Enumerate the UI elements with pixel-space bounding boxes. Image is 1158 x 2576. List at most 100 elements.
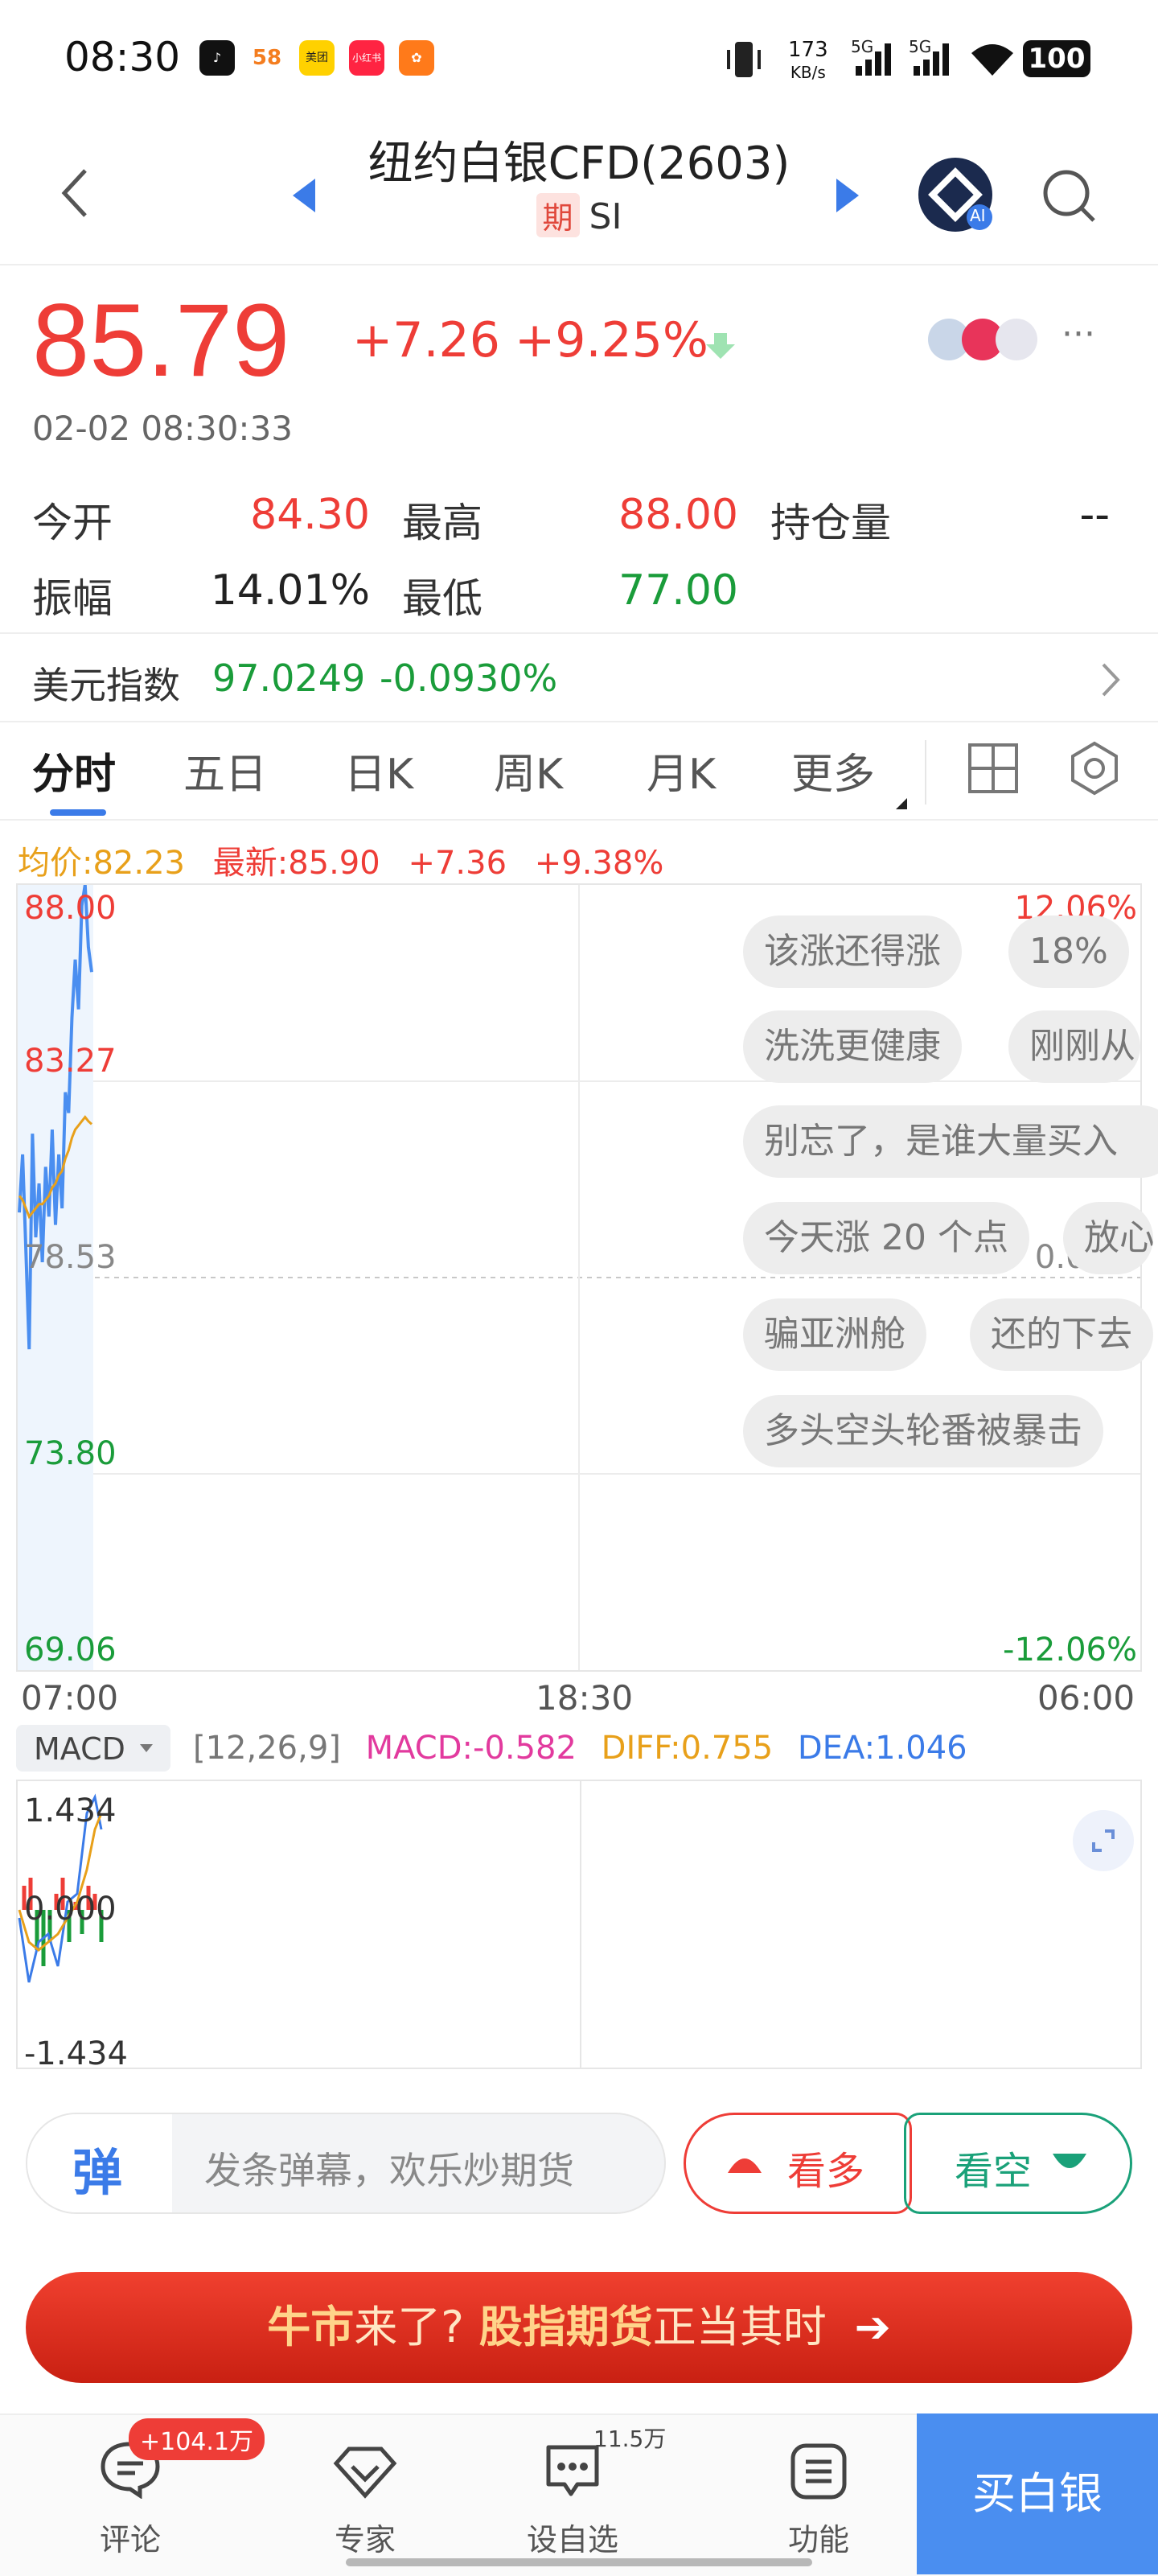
stat-value-open-interest: -- xyxy=(1079,491,1110,539)
user-avatars[interactable] xyxy=(925,315,1053,364)
quote-time: 02-02 08:30:33 xyxy=(32,409,294,448)
nav-watchlist[interactable]: 11.5万 设自选 xyxy=(492,2426,666,2557)
stat-label-high: 最高 xyxy=(402,500,482,546)
orange-app-icon: ✿ xyxy=(399,40,434,76)
menu-list-icon xyxy=(790,2443,847,2500)
danmu-bubble[interactable]: 洗洗更健康 xyxy=(743,1010,962,1083)
dropdown-caret-icon xyxy=(140,1744,153,1752)
next-contract-arrow-icon[interactable] xyxy=(833,175,862,219)
usd-index-value: 97.0249 xyxy=(212,656,366,700)
more-icon[interactable]: ··· xyxy=(1062,314,1095,355)
macd-label-top: 1.434 xyxy=(24,1792,117,1829)
tab-intraday[interactable]: 分时 xyxy=(32,740,116,800)
indicator-selector[interactable]: MACD xyxy=(16,1725,170,1772)
bearish-button[interactable]: 看空 xyxy=(904,2113,1132,2214)
battery-icon: 100 xyxy=(1023,40,1090,77)
danmu-bubble[interactable]: 18% xyxy=(1008,916,1129,988)
tab-5day[interactable]: 五日 xyxy=(183,740,267,800)
danmu-placeholder: 发条弹幕，欢乐炒期货 xyxy=(204,2149,574,2192)
latest-change-pct: +9.38% xyxy=(534,845,664,882)
danmu-input[interactable]: 弹 发条弹幕，欢乐炒期货 xyxy=(26,2113,666,2214)
danmu-bubble[interactable]: 今天涨 20 个点 xyxy=(743,1202,1029,1274)
down-arrow-icon xyxy=(1053,2154,1086,2168)
tabs-divider xyxy=(0,819,1158,821)
price-change-pct: +9.25% xyxy=(515,312,708,368)
nav-comments[interactable]: +104.1万 评论 xyxy=(50,2418,265,2557)
stat-label-open-interest: 持仓量 xyxy=(770,500,891,546)
latest-price: 最新:85.90 xyxy=(212,845,380,882)
x-label-mid: 18:30 xyxy=(536,1678,634,1718)
chart-info-row: 均价:82.23 最新:85.90 +7.36 +9.38% xyxy=(18,837,663,883)
danmu-bubble[interactable]: 该涨还得涨 xyxy=(743,916,962,988)
index-divider xyxy=(0,721,1158,722)
layout-grid-icon[interactable] xyxy=(965,740,1021,796)
macd-chart[interactable] xyxy=(16,1780,1142,2069)
usd-index-change: -0.0930% xyxy=(380,656,558,700)
y-label-top: 88.00 xyxy=(24,890,117,927)
trend-down-arrow-icon xyxy=(703,330,738,365)
net-speed: 173 KB/s xyxy=(788,38,828,82)
latest-change: +7.36 xyxy=(408,845,507,882)
danmu-bubble[interactable]: 别忘了，是谁大量买入 xyxy=(743,1105,1158,1178)
futures-badge: 期 xyxy=(536,193,580,237)
arrow-right-icon: ➔ xyxy=(854,2302,891,2352)
tab-daily-k[interactable]: 日K xyxy=(344,740,413,800)
expert-diamond-icon xyxy=(333,2446,397,2499)
tab-monthly-k[interactable]: 月K xyxy=(647,740,716,800)
watchlist-count: 11.5万 xyxy=(593,2426,667,2452)
price-change: +7.26 xyxy=(352,312,500,368)
ai-assistant-icon[interactable]: AI xyxy=(917,156,994,233)
vibrate-icon xyxy=(724,39,761,80)
danmu-toggle-icon[interactable]: 弹 xyxy=(27,2114,172,2212)
58-icon: 58 xyxy=(249,40,285,76)
bullish-button[interactable]: 看多 xyxy=(684,2113,912,2214)
tab-weekly-k[interactable]: 周K xyxy=(494,740,563,800)
wifi-icon xyxy=(968,39,1016,82)
macd-values: [12,26,9] MACD:-0.582 DIFF:0.755 DEA:1.0… xyxy=(193,1730,967,1767)
search-icon[interactable] xyxy=(1037,164,1102,232)
intraday-chart-canvas xyxy=(18,885,1140,1670)
meituan-icon: 美团 xyxy=(299,40,335,76)
y-label-lower: 73.80 xyxy=(24,1435,117,1472)
stat-value-low: 77.00 xyxy=(618,566,738,615)
nav-functions[interactable]: 功能 xyxy=(738,2426,899,2557)
x-label-end: 06:00 xyxy=(1037,1678,1135,1718)
last-price: 85.79 xyxy=(32,283,290,398)
danmu-bubble[interactable]: 骗亚洲舱 xyxy=(743,1298,926,1371)
stat-value-open: 84.30 xyxy=(250,491,370,539)
signal-icon-2: 5G xyxy=(909,37,957,84)
expand-chart-icon[interactable] xyxy=(1073,1810,1134,1871)
danmu-bubble[interactable]: 放心 xyxy=(1063,1202,1153,1274)
home-indicator xyxy=(346,2558,812,2566)
usd-index-row[interactable]: 美元指数 97.0249 -0.0930% xyxy=(0,634,1158,721)
pct-label-bottom: -12.06% xyxy=(1003,1632,1137,1669)
up-arrow-icon xyxy=(728,2158,762,2173)
tab-more[interactable]: 更多 xyxy=(791,740,875,800)
y-label-upper: 83.27 xyxy=(24,1043,117,1080)
header-divider xyxy=(0,264,1158,265)
buy-silver-button[interactable]: 买白银 xyxy=(917,2413,1158,2574)
nav-expert[interactable]: 专家 xyxy=(285,2426,446,2557)
y-label-mid: 78.53 xyxy=(24,1239,117,1276)
stat-value-amplitude: 14.01% xyxy=(210,566,370,615)
stat-value-high: 88.00 xyxy=(618,491,738,539)
status-time: 08:30 xyxy=(64,34,181,80)
intraday-chart[interactable] xyxy=(16,883,1142,1672)
macd-label-bottom: -1.434 xyxy=(24,2035,128,2072)
danmu-bubble[interactable]: 多头空头轮番被暴击 xyxy=(743,1395,1103,1467)
promo-banner[interactable]: 牛市来了? 股指期货正当其时 ➔ xyxy=(26,2272,1132,2383)
danmu-bubble[interactable]: 刚刚从 xyxy=(1008,1010,1140,1083)
danmu-bubble[interactable]: 还的下去 xyxy=(970,1298,1153,1371)
settings-icon[interactable] xyxy=(1066,740,1123,796)
xiaohongshu-icon: 小红书 xyxy=(349,40,384,76)
active-tab-indicator xyxy=(50,809,106,816)
signal-icon-1: 5G xyxy=(851,37,899,84)
usd-index-label: 美元指数 xyxy=(32,664,180,707)
avg-price: 均价:82.23 xyxy=(18,845,185,882)
stat-label-low: 最低 xyxy=(402,575,482,622)
tab-separator xyxy=(925,740,926,804)
comments-badge: +104.1万 xyxy=(129,2418,265,2460)
macd-label-zero: 0.000 xyxy=(24,1891,117,1928)
more-dropdown-icon xyxy=(896,798,907,809)
stat-label-open: 今开 xyxy=(32,500,113,546)
